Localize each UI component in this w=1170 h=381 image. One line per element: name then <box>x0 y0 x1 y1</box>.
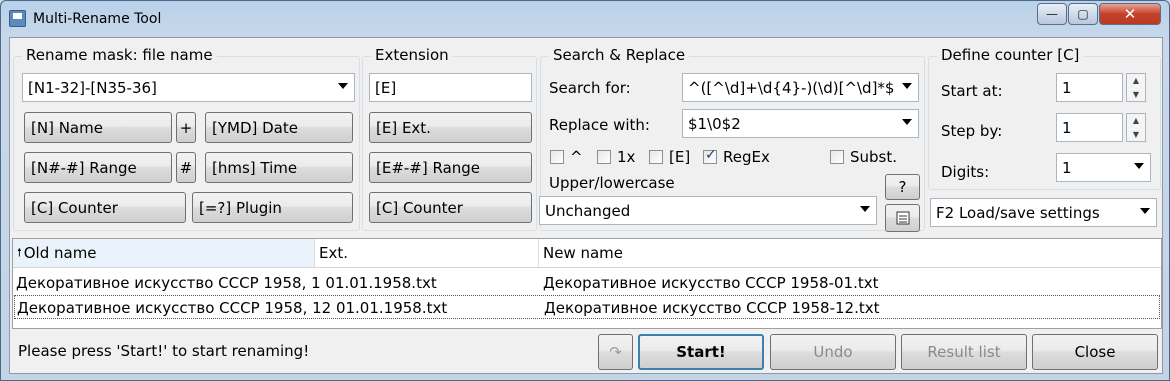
checkbox-box <box>597 150 611 164</box>
table-row[interactable]: Декоративное искусство СССР 1958, 1 01.0… <box>14 271 1160 295</box>
redo-icon: ↷ <box>609 343 622 361</box>
chevron-down-icon <box>1140 208 1150 214</box>
plus-button[interactable]: + <box>176 112 196 143</box>
checkbox-label: RegEx <box>723 148 770 166</box>
column-old-name[interactable]: 🠕 Old name <box>13 239 315 267</box>
maximize-button[interactable]: ▢ <box>1068 3 1098 25</box>
search-for-combo[interactable]: ^([^\d]+\d{4}-)(\d)[^\d]*$ <box>682 73 919 102</box>
case-combo[interactable]: Unchanged <box>539 196 877 225</box>
window: Multi-Rename Tool — ▢ ✕ Rename mask: fil… <box>0 0 1170 381</box>
rename-mask-label: Rename mask: file name <box>22 46 217 64</box>
rename-mask-combo[interactable]: [N1-32]-[N35-36] <box>22 73 355 102</box>
row-new-name: Декоративное искусство СССР 1958-01.txt <box>543 274 879 292</box>
ext-range-button[interactable]: [E#-#] Range <box>369 152 532 183</box>
case-value: Unchanged <box>545 201 631 220</box>
chevron-down-icon <box>338 83 348 89</box>
row-old-name: Декоративное искусство СССР 1958, 12 01.… <box>17 299 448 317</box>
case-label: Upper/lowercase <box>549 174 675 192</box>
window-title: Multi-Rename Tool <box>33 11 162 27</box>
result-list-button[interactable]: Result list <box>901 334 1027 370</box>
app-icon <box>9 10 26 27</box>
extension-label: Extension <box>371 46 453 64</box>
ext-checkbox[interactable]: [E] <box>649 148 690 166</box>
column-ext[interactable]: Ext. <box>315 239 539 267</box>
chevron-up-icon[interactable]: ▲ <box>1127 114 1145 128</box>
checkbox-box <box>550 150 564 164</box>
counter-group-label: Define counter [C] <box>937 46 1084 64</box>
caret-checkbox[interactable]: ^ <box>550 148 583 166</box>
chevron-down-icon <box>860 206 870 212</box>
row-new-name: Декоративное искусство СССР 1958-12.txt <box>544 299 880 317</box>
counter-button[interactable]: [C] Counter <box>24 192 186 223</box>
column-ext-label: Ext. <box>319 244 349 262</box>
range-button[interactable]: [N#-#] Range <box>24 152 172 183</box>
start-at-input[interactable]: 1 <box>1056 73 1123 102</box>
subst-checkbox[interactable]: Subst. <box>830 148 897 166</box>
name-button[interactable]: [N] Name <box>24 112 172 143</box>
start-at-spinner[interactable]: ▲ ▼ <box>1126 73 1146 102</box>
step-by-input[interactable]: 1 <box>1056 113 1123 142</box>
plugin-button[interactable]: [=?] Plugin <box>192 192 353 223</box>
regex-checkbox[interactable]: RegEx <box>703 147 770 166</box>
hash-button[interactable]: # <box>176 152 196 183</box>
ext-counter-button[interactable]: [C] Counter <box>369 192 532 223</box>
chevron-down-icon[interactable]: ▼ <box>1127 88 1145 102</box>
date-button[interactable]: [YMD] Date <box>205 112 353 143</box>
checkbox-box <box>649 150 663 164</box>
chevron-down-icon[interactable]: ▼ <box>1127 128 1145 142</box>
refresh-button[interactable]: ↷ <box>598 334 633 370</box>
column-old-name-label: Old name <box>23 244 97 262</box>
help-button[interactable]: ? <box>885 174 920 200</box>
time-button[interactable]: [hms] Time <box>205 152 353 183</box>
digits-label: Digits: <box>941 163 990 181</box>
digits-value: 1 <box>1062 158 1072 177</box>
minimize-button[interactable]: — <box>1037 3 1067 25</box>
undo-button[interactable]: Undo <box>770 334 896 370</box>
once-checkbox[interactable]: 1x <box>597 148 635 166</box>
row-old-name: Декоративное искусство СССР 1958, 1 01.0… <box>16 274 437 292</box>
chevron-down-icon <box>902 83 912 89</box>
replace-with-combo[interactable]: $1\0$2 <box>682 109 919 138</box>
column-new-name[interactable]: New name <box>539 239 1161 267</box>
header-divider <box>13 267 1161 268</box>
client-area: Rename mask: file name [N1-32]-[N35-36] … <box>9 37 1163 374</box>
settings-value: F2 Load/save settings <box>936 203 1100 222</box>
rename-mask-value: [N1-32]-[N35-36] <box>28 78 157 97</box>
window-close-button[interactable]: ✕ <box>1099 3 1161 25</box>
checkbox-label: 1x <box>617 148 636 166</box>
checkbox-label: ^ <box>570 148 583 166</box>
replace-with-label: Replace with: <box>549 116 650 134</box>
extension-input[interactable]: [E] <box>369 73 532 102</box>
chevron-up-icon[interactable]: ▲ <box>1127 74 1145 88</box>
digits-combo[interactable]: 1 <box>1056 153 1151 182</box>
checkbox-label: [E] <box>669 148 691 166</box>
settings-combo[interactable]: F2 Load/save settings <box>930 198 1157 227</box>
table-row[interactable]: Декоративное искусство СССР 1958, 12 01.… <box>14 295 1160 319</box>
title-bar[interactable]: Multi-Rename Tool — ▢ ✕ <box>1 1 1169 37</box>
notepad-icon <box>896 211 909 225</box>
search-for-value: ^([^\d]+\d{4}-)(\d)[^\d]*$ <box>688 78 895 97</box>
search-replace-label: Search & Replace <box>549 46 690 64</box>
sort-up-icon: 🠕 <box>17 245 22 259</box>
checkbox-label: Subst. <box>850 148 898 166</box>
chevron-down-icon <box>902 119 912 125</box>
column-new-name-label: New name <box>543 244 624 262</box>
file-list[interactable]: 🠕 Old name Ext. New name Декоративное ис… <box>12 238 1162 329</box>
close-button[interactable]: Close <box>1032 334 1158 370</box>
checkbox-box <box>830 150 844 164</box>
chevron-down-icon <box>1134 163 1144 169</box>
edit-button[interactable] <box>885 204 920 232</box>
ext-button[interactable]: [E] Ext. <box>369 112 532 143</box>
start-at-label: Start at: <box>941 82 1003 100</box>
status-text: Please press 'Start!' to start renaming! <box>18 342 310 360</box>
checkbox-box <box>703 147 717 164</box>
step-by-spinner[interactable]: ▲ ▼ <box>1126 113 1146 142</box>
start-button[interactable]: Start! <box>638 334 764 370</box>
replace-with-value: $1\0$2 <box>688 114 741 133</box>
search-for-label: Search for: <box>549 79 631 97</box>
step-by-label: Step by: <box>941 122 1003 140</box>
